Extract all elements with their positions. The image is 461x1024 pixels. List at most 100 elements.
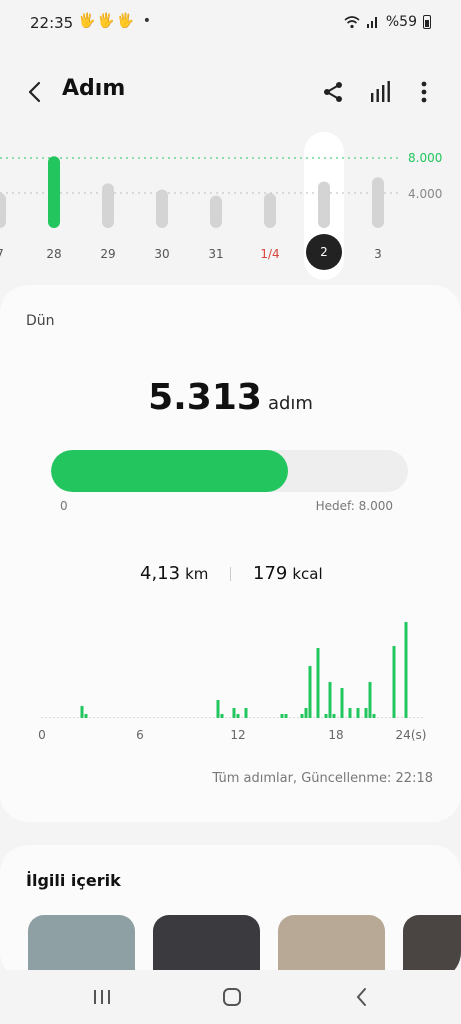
calories-unit: kcal (292, 565, 323, 583)
hourly-bar (368, 682, 372, 718)
hourly-baseline-dot (381, 717, 383, 718)
recent-apps-button[interactable] (82, 980, 122, 1014)
day-label-3[interactable]: 3 (358, 247, 398, 261)
hourly-baseline-dot (209, 717, 211, 718)
hourly-baseline-dot (397, 717, 399, 718)
more-vertical-icon (421, 81, 427, 103)
battery-icon (423, 15, 431, 29)
hourly-bar (404, 622, 408, 718)
hourly-baseline-dot (141, 717, 143, 718)
steps-unit: adım (267, 393, 313, 414)
hourly-tick-label: 6 (136, 728, 144, 742)
hourly-bar (244, 708, 248, 718)
hourly-bar (236, 714, 240, 718)
hourly-baseline-dot (249, 717, 251, 718)
hourly-baseline-dot (165, 717, 167, 718)
hourly-baseline-dot (421, 717, 423, 718)
day-label: Dün (26, 313, 55, 329)
hourly-bar (364, 708, 368, 718)
back-button[interactable] (20, 76, 52, 108)
hourly-baseline-dot (413, 717, 415, 718)
goal-low-label: 4.000 (408, 187, 443, 201)
share-icon (324, 82, 342, 102)
hourly-baseline-dot (273, 717, 275, 718)
hourly-bar (316, 648, 320, 718)
day-label-28[interactable]: 28 (34, 247, 74, 261)
hourly-baseline-dot (289, 717, 291, 718)
related-content-card: İlgili içerik (0, 845, 461, 980)
hourly-baseline-dot (65, 717, 67, 718)
more-options-button[interactable] (408, 76, 440, 108)
hourly-baseline-dot (53, 717, 55, 718)
hourly-baseline-dot (193, 717, 195, 718)
hourly-baseline-dot (89, 717, 91, 718)
hourly-tick-label: 24(s) (396, 728, 427, 742)
day-bar-3 (372, 177, 384, 228)
day-label-1/4[interactable]: 1/4 (250, 247, 290, 261)
hourly-baseline-dot (345, 717, 347, 718)
steps-row: 5.313 adım (0, 377, 461, 418)
hourly-bar (304, 708, 308, 718)
hourly-baseline-dot (401, 717, 403, 718)
calories-stat: 179 kcal (253, 563, 323, 584)
hourly-baseline-dot (337, 717, 339, 718)
hourly-baseline-dot (145, 717, 147, 718)
hourly-baseline-dot (409, 717, 411, 718)
hourly-baseline-dot (69, 717, 71, 718)
progress-goal-label: Hedef: 8.000 (315, 499, 393, 513)
goal-high-label: 8.000 (408, 151, 443, 165)
hourly-baseline-dot (113, 717, 115, 718)
day-label-7[interactable]: 7 (0, 247, 20, 261)
hourly-bar (392, 646, 396, 718)
week-step-chart[interactable]: 8.000 4.000 7 28 29 30 31 1/4 2 3 (0, 124, 461, 284)
hourly-bar (84, 714, 88, 718)
status-bar: 22:35 🖐🖐🖐 • %59 (0, 0, 461, 48)
hourly-baseline-dot (201, 717, 203, 718)
hourly-bar (300, 714, 304, 718)
hourly-baseline-dot (353, 717, 355, 718)
hourly-baseline-dot (253, 717, 255, 718)
day-bar-1/4 (264, 193, 276, 228)
day-bar-7 (0, 193, 6, 228)
hourly-baseline-dot (229, 717, 231, 718)
hourly-baseline-dot (109, 717, 111, 718)
hourly-bar (232, 708, 236, 718)
hourly-baseline-dot (293, 717, 295, 718)
hourly-baseline-dot (261, 717, 263, 718)
day-label-31[interactable]: 31 (196, 247, 236, 261)
hourly-baseline-dot (213, 717, 215, 718)
chevron-left-icon (28, 81, 41, 103)
hourly-tick-label: 18 (328, 728, 343, 742)
hourly-baseline-dot (169, 717, 171, 718)
hourly-baseline-dot (377, 717, 379, 718)
home-icon (223, 988, 241, 1006)
goal-progress-bar (51, 450, 408, 492)
hourly-baseline-dot (385, 717, 387, 718)
related-title: İlgili içerik (26, 871, 121, 890)
hourly-baseline-dot (129, 717, 131, 718)
hourly-baseline-dot (121, 717, 123, 718)
hourly-baseline-dot (189, 717, 191, 718)
hourly-baseline-dot (185, 717, 187, 718)
share-button[interactable] (317, 76, 349, 108)
hourly-baseline-dot (313, 717, 315, 718)
notification-icons: 🖐🖐🖐 • (78, 13, 154, 29)
trends-button[interactable] (364, 76, 396, 108)
hourly-baseline-dot (297, 717, 299, 718)
updated-label: Tüm adımlar, Güncellenme: 22:18 (212, 771, 433, 786)
hourly-baseline-dot (161, 717, 163, 718)
home-button[interactable] (212, 980, 252, 1014)
back-nav-button[interactable] (342, 980, 382, 1014)
day-label-2[interactable]: 2 (306, 234, 342, 270)
hourly-baseline-dot (265, 717, 267, 718)
day-label-30[interactable]: 30 (142, 247, 182, 261)
hourly-baseline-dot (117, 717, 119, 718)
day-label-29[interactable]: 29 (88, 247, 128, 261)
page-title: Adım (62, 76, 126, 101)
hourly-baseline-dot (97, 717, 99, 718)
hourly-bar (372, 714, 376, 718)
hourly-bar (332, 714, 336, 718)
hourly-baseline-dot (153, 717, 155, 718)
wifi-icon (344, 16, 360, 29)
hourly-baseline-dot (105, 717, 107, 718)
